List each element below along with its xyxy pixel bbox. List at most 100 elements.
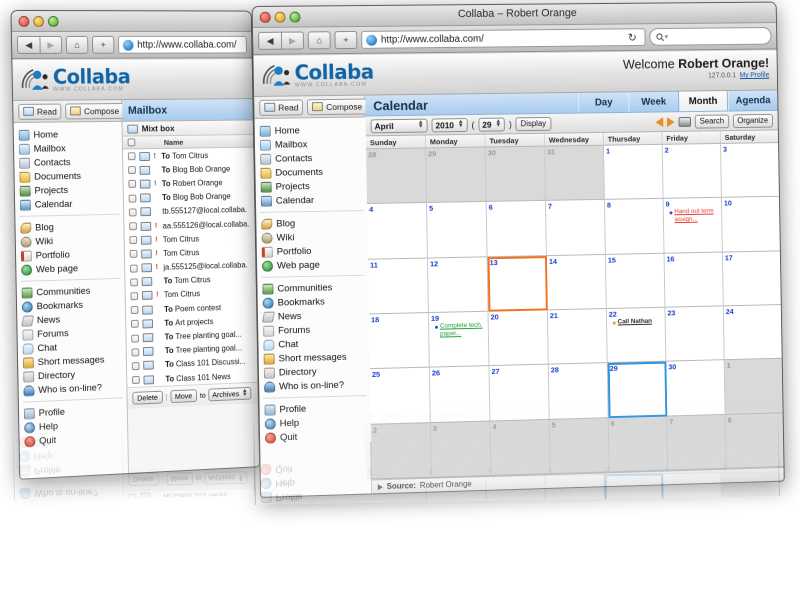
tab-agenda[interactable]: Agenda [727,90,778,111]
back-window-titlebar[interactable] [11,10,252,32]
front-browser-toolbar[interactable]: ◀ ▶ ⌂ + http://www.collaba.com/ ↻ ▾ [252,23,777,55]
mail-row-checkbox[interactable] [129,222,137,231]
day-select[interactable]: 29 ▲ ▼ [478,117,506,132]
back-button[interactable]: ◀ [16,35,40,54]
month-select[interactable]: April ▲ ▼ [370,118,428,133]
calendar-day-cell[interactable]: 31 [545,145,605,202]
calendar-day-cell[interactable]: 13 [487,255,548,312]
mail-row-checkbox[interactable] [128,180,137,189]
mailbox-message-list[interactable]: ! To Tom Citrus To Blog Bob Orange! To Robe… [122,147,258,388]
calendar-day-cell[interactable]: 20 [488,310,549,367]
prev-arrow-icon[interactable] [655,116,664,127]
next-arrow-icon[interactable] [667,116,675,127]
calendar-day-cell[interactable]: 7 [667,414,727,471]
calendar-day-cell[interactable]: 1 [724,358,783,415]
browser-search-input[interactable]: ▾ [649,26,772,46]
back-sidebar-item-home[interactable]: Home [14,127,122,142]
back-nav-buttons[interactable]: ◀ ▶ [16,35,63,54]
front-sidebar-item-quit[interactable]: Quit [260,428,371,445]
mail-row-checkbox[interactable] [129,250,138,259]
mail-row-checkbox[interactable] [128,166,136,175]
calendar-day-cell[interactable]: 16 [664,252,724,308]
mail-row-checkbox[interactable] [130,278,138,287]
calendar-day-cell[interactable]: 11 [367,258,429,315]
mailbox-folder-row[interactable]: Mixt box [122,120,254,137]
event-link[interactable]: Hand out term assign... [674,208,719,225]
calendar-event[interactable]: Hand out term assign... [666,208,720,225]
select-all-checkbox[interactable] [127,138,136,147]
calendar-day-cell[interactable]: 10 [721,197,780,253]
mail-row-checkbox[interactable] [129,236,138,245]
calendar-day-cell[interactable]: 22 Call Nathan [606,307,667,364]
calendar-event[interactable]: Call Nathan [609,318,663,327]
back-sidebar-item-calendar[interactable]: Calendar [15,196,123,212]
mail-row-checkbox[interactable] [129,264,138,273]
mail-row-checkbox[interactable] [131,334,140,343]
window-traffic-lights[interactable] [18,15,59,27]
forward-button[interactable]: ▶ [39,35,63,54]
back-sidebar-item-web-page[interactable]: Web page [16,260,124,277]
back-browser-window[interactable]: ◀ ▶ ⌂ + http://www.collaba.com/ Collaba … [10,9,261,480]
calendar-day-cell[interactable]: 5 [426,202,488,259]
mail-row-checkbox[interactable] [131,375,140,385]
mail-row-checkbox[interactable] [128,194,137,203]
calendar-day-cell[interactable]: 3 [430,421,492,478]
calendar-day-cell[interactable]: 14 [546,254,607,311]
calendar-day-cell[interactable]: 2 [662,143,722,200]
back-sidebar-item-who-is-on-line[interactable]: Who is on-line? [18,379,126,397]
mail-row-checkbox[interactable] [131,348,140,357]
display-button[interactable]: Display [515,116,552,131]
front-read-button[interactable]: Read [259,98,304,116]
front-compose-button[interactable]: Compose [307,98,368,115]
organize-button[interactable]: Organize [732,113,774,128]
tab-day[interactable]: Day [577,92,629,113]
calendar-day-cell[interactable]: 6 [486,201,547,257]
back-address-bar[interactable]: http://www.collaba.com/ [117,35,247,54]
mail-row-checkbox[interactable] [130,292,139,301]
calendar-day-cell[interactable]: 23 [665,306,725,362]
search-button[interactable]: Search [694,113,729,129]
back-browser-toolbar[interactable]: ◀ ▶ ⌂ + http://www.collaba.com/ [11,31,252,59]
back-logo[interactable]: Collaba WWW.COLLABA.COM [20,64,130,93]
back-sidebar[interactable]: Home Mailbox Contacts Documents Projects Cale… [13,121,129,479]
calendar-day-cell[interactable]: 5 [549,417,610,475]
calendar-day-cell[interactable]: 9 Hand out term assign... [663,198,723,254]
archives-select[interactable]: Archives ▲ ▼ [208,387,252,402]
front-add-bookmark-button[interactable]: + [334,30,358,50]
printer-icon[interactable] [678,116,692,127]
compose-button[interactable]: Compose [65,102,125,119]
calendar-day-cell[interactable]: 28 [366,148,427,205]
front-browser-window[interactable]: Collaba – Robert Orange ◀ ▶ ⌂ + http://w… [251,1,785,498]
calendar-day-cell[interactable]: 25 [369,367,431,425]
tab-month[interactable]: Month [678,91,729,112]
front-home-button[interactable]: ⌂ [307,31,331,50]
mailbox-footer-actions[interactable]: Delete | Move to Archives ▲ ▼ [127,381,259,410]
calendar-day-cell[interactable]: 7 [545,200,606,256]
my-profile-link[interactable]: My Profile [740,72,770,79]
calendar-day-cell[interactable]: 29 [426,147,487,204]
tab-week[interactable]: Week [628,91,679,112]
front-sidebar[interactable]: Home Mailbox Contacts Documents Projects Cale… [254,117,372,445]
calendar-day-cell[interactable]: 6 [608,416,669,473]
mail-row-checkbox[interactable] [127,152,136,161]
front-address-bar[interactable]: http://www.collaba.com/ ↻ [361,28,646,49]
mail-row-checkbox[interactable] [128,208,137,217]
calendar-day-cell[interactable]: 4 [490,419,551,476]
close-button[interactable] [18,15,30,27]
front-forward-button[interactable]: ▶ [280,31,305,50]
calendar-day-cell[interactable]: 4 [367,203,428,260]
calendar-day-cell[interactable]: 12 [427,256,489,314]
calendar-day-cell[interactable]: 8 [725,412,784,469]
calendar-day-cell[interactable]: 1 [603,144,664,201]
front-sidebar-item-who-is-on-line[interactable]: Who is on-line? [259,377,370,394]
mail-row-checkbox[interactable] [130,320,139,329]
reload-icon[interactable]: ↻ [624,31,641,44]
mail-row-checkbox[interactable] [130,306,139,315]
calendar-day-cell[interactable]: 17 [722,251,781,307]
calendar-day-cell[interactable]: 26 [429,366,491,423]
delete-button[interactable]: Delete [132,390,163,405]
calendar-day-cell[interactable]: 8 [604,199,665,255]
front-nav-buttons[interactable]: ◀ ▶ [258,31,305,50]
calendar-day-cell[interactable]: 24 [723,305,782,361]
calendar-event[interactable]: Complete tech. paper... [431,322,486,339]
